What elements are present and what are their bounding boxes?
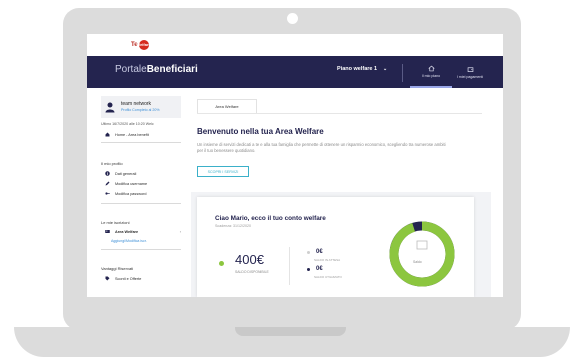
sidebar-item-general-data[interactable]: Dati generali [105,171,136,176]
section-heading-agreements: Vantaggi Riservati [101,266,134,271]
nav-tab-label: I miei pagamenti [456,74,484,79]
pencil-icon [105,181,110,186]
welcome-title: Benvenuto nella tua Area Welfare [197,127,324,136]
top-navbar: PortaleBeneficiari Piano welfare 1 ⌄ Il … [87,56,503,88]
welcome-description: Un insieme di servizi dedicati a te e al… [197,142,446,153]
key-icon [105,192,110,195]
pending-label: SALDO IN ATTESA [314,258,341,262]
chevron-right-icon: › [179,229,181,234]
laptop-stage: Te Welfare PortaleBeneficiari Piano welf… [0,0,581,364]
sidebar-item-label: Area Welfare [115,229,139,234]
divider [101,249,181,250]
used-amount: 0€ [316,266,323,272]
laptop-screen: Te Welfare PortaleBeneficiari Piano welf… [87,34,503,297]
plan-selector[interactable]: Piano welfare 1 ⌄ [337,66,387,72]
brand-bold: Beneficiari [146,64,198,75]
card-icon [105,230,110,233]
info-icon [105,171,110,176]
logo-strip: Te Welfare [87,34,503,56]
avatar-icon [105,102,115,113]
sidebar-item-edit-password[interactable]: Modifica password [105,191,146,196]
brand-light: Portale [115,64,147,75]
laptop-notch [235,327,346,336]
divider [289,247,290,285]
wallet-icon [416,240,428,250]
last-access-text: Ultimo 16/7/2020 alle 10:20 Welc [101,122,154,126]
tab-divider [197,113,482,114]
sidebar-item-discounts[interactable]: Sconti e Offerte [105,276,141,281]
discover-services-button[interactable]: SCOPRI I SERVIZI [197,166,249,177]
used-label: SALDO UTILIZZATO [314,275,342,279]
used-balance: 0€ [307,266,323,272]
pending-dot [307,250,310,254]
account-title: Ciao Mario, ecco il tuo conto welfare [215,215,326,222]
wallet-icon [467,66,473,72]
tag-icon [105,276,110,281]
donut-label: Saldo [413,260,422,264]
sidebar: team network Profilo Completo al 20% Ult… [101,96,181,296]
pending-balance: 0€ [307,249,323,255]
logo[interactable]: Te Welfare [131,39,151,50]
sidebar-item-label: Dati generali [115,171,137,176]
tab-area-welfare[interactable]: Area Welfare [197,99,257,113]
balance-donut-chart [389,221,455,287]
available-amount: 400€ [235,252,264,267]
nav-divider [402,64,403,82]
home-icon [105,132,110,137]
donut-available-arc [389,221,455,287]
sidebar-item-label: Sconti e Offerte [115,276,142,281]
available-dot [219,261,224,266]
sidebar-item-label: Modifica username [115,181,148,186]
logo-badge: Welfare [136,39,151,50]
sidebar-item-area-welfare[interactable]: Area Welfare › [105,229,181,234]
camera-icon [287,13,298,24]
sidebar-item-label: Home - Area benefit [115,132,149,137]
available-label: SALDO DISPONIBILE [235,270,269,274]
nav-tab-label: Il mio piano [421,73,441,78]
used-dot [307,267,310,271]
welfare-account-card: Ciao Mario, ecco il tuo conto welfare Sc… [197,197,474,297]
nav-tab-payments[interactable]: I miei pagamenti [449,56,491,88]
account-date: Scadenza: 31/12/2020 [215,224,251,228]
brand-title[interactable]: PortaleBeneficiari [115,64,198,75]
sidebar-item-label: Modifica password [115,191,147,196]
nav-tab-my-plan[interactable]: Il mio piano [410,56,452,88]
profile-name: team network [121,101,152,107]
pending-amount: 0€ [316,249,323,255]
chevron-down-icon: ⌄ [383,66,388,72]
sidebar-item-edit-username[interactable]: Modifica username [105,181,147,186]
profile-card[interactable]: team network Profilo Completo al 20% [101,96,181,118]
home-icon [427,65,435,71]
sidebar-item-home[interactable]: Home - Area benefit [105,132,149,137]
edit-enrollment-link[interactable]: Aggiungi/Modifica iscr. [111,239,147,243]
profile-completion-link[interactable]: Profilo Completo al 20% [121,108,160,112]
section-heading-profile: Il mio profilo [101,161,123,166]
divider [101,142,181,143]
divider [101,203,181,204]
section-heading-benefits: Le mie iscrizioni [101,220,130,225]
plan-selector-label: Piano welfare 1 [337,66,378,72]
